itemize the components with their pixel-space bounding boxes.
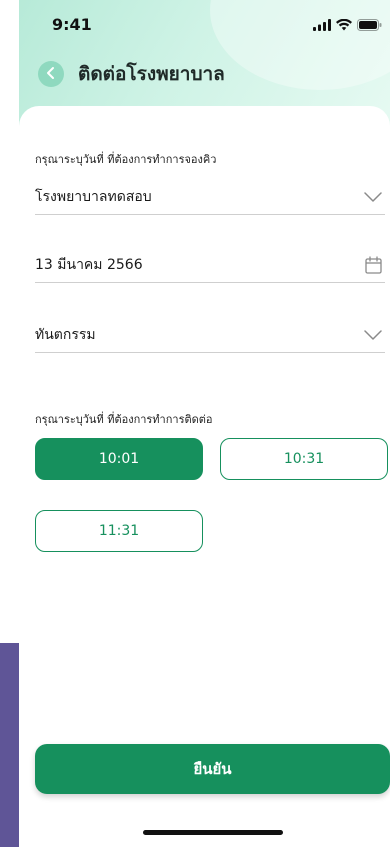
department-value: ทันตกรรม: [35, 327, 96, 343]
calendar-icon[interactable]: [363, 255, 383, 275]
side-strip: [0, 643, 19, 847]
department-select[interactable]: ทันตกรรม: [35, 318, 385, 353]
hospital-select[interactable]: โรงพยาบาลทดสอบ: [35, 180, 385, 215]
time-slot-1131[interactable]: 11:31: [35, 510, 203, 552]
appointment-screen: 9:41 ติดต่อโรงพยาบาล กรุณาระบุวันที่ ที่…: [0, 0, 390, 847]
wifi-icon: [336, 16, 352, 35]
status-time: 9:41: [52, 15, 92, 34]
page-title: ติดต่อโรงพยาบาล: [78, 63, 225, 85]
chevron-down-icon: [363, 325, 383, 345]
time-slot-1031[interactable]: 10:31: [220, 438, 388, 480]
date-picker[interactable]: 13 มีนาคม 2566: [35, 248, 385, 283]
signal-icon: [313, 16, 331, 35]
battery-icon: [357, 16, 382, 35]
chevron-down-icon: [363, 187, 383, 207]
confirm-button[interactable]: ยืนยัน: [35, 744, 390, 794]
home-indicator: [143, 830, 283, 835]
title-row: ติดต่อโรงพยาบาล: [19, 56, 390, 92]
status-bar: 9:41: [19, 0, 390, 48]
date-section-label: กรุณาระบุวันที่ ที่ต้องการทำการจองคิว: [35, 153, 217, 166]
chevron-left-icon: [45, 65, 57, 84]
status-icons: [313, 16, 382, 35]
date-value: 13 มีนาคม 2566: [35, 257, 143, 273]
time-section-label: กรุณาระบุวันที่ ที่ต้องการทำการติดต่อ: [35, 413, 213, 426]
hospital-value: โรงพยาบาลทดสอบ: [35, 189, 152, 205]
back-button[interactable]: [38, 61, 64, 87]
time-slot-1001[interactable]: 10:01: [35, 438, 203, 480]
